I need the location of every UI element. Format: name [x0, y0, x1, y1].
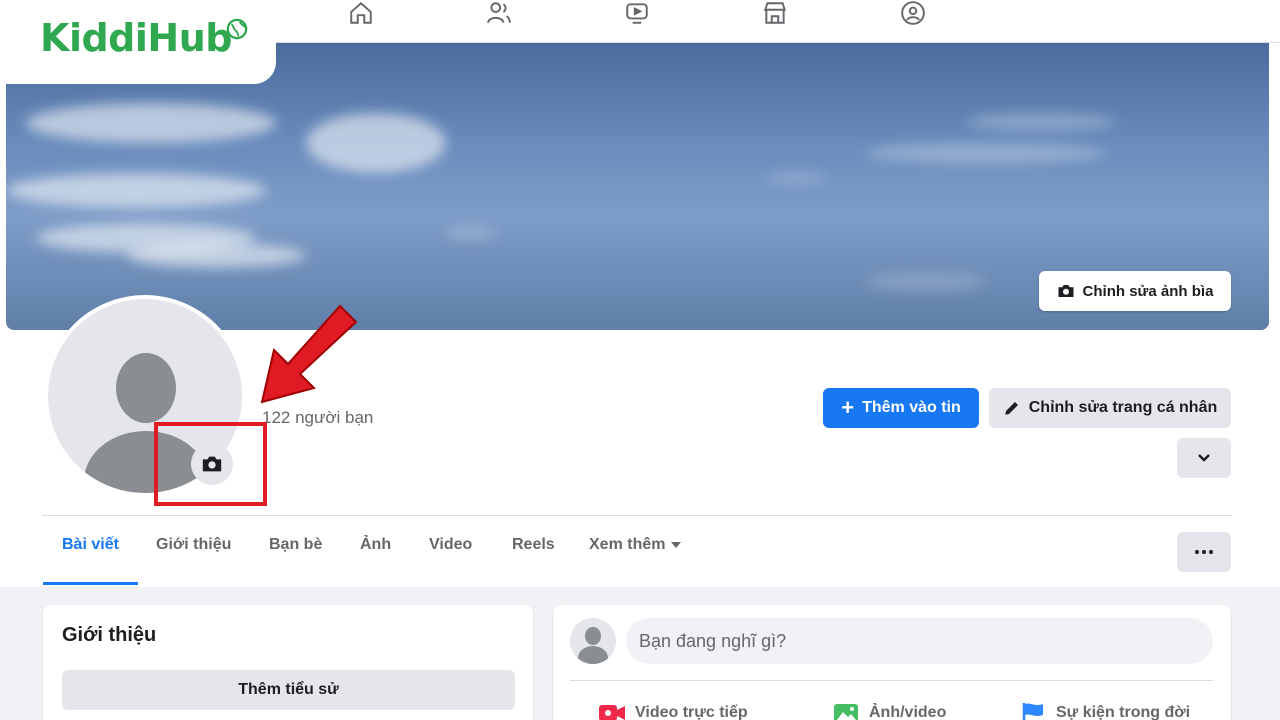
friends-icon[interactable] [484, 0, 514, 26]
marketplace-icon[interactable] [760, 0, 790, 26]
intro-title: Giới thiệu [62, 624, 157, 646]
photo-video-label: Ảnh/video [869, 704, 947, 720]
tab-photos[interactable]: Ảnh [360, 536, 391, 554]
tab-friends[interactable]: Bạn bè [269, 536, 322, 554]
life-event-label: Sự kiện trong đời [1056, 704, 1191, 720]
add-bio-button[interactable]: Thêm tiểu sử [62, 670, 515, 710]
friends-count[interactable]: 122 người bạn [262, 408, 373, 428]
logo-card: KiddiHub [0, 0, 276, 84]
tab-about[interactable]: Giới thiệu [156, 536, 231, 554]
more-options-button[interactable] [1177, 532, 1231, 572]
tab-more-label: Xem thêm [589, 536, 666, 553]
edit-profile-button[interactable]: Chỉnh sửa trang cá nhân [989, 388, 1231, 428]
flag-icon [1022, 703, 1043, 720]
watch-icon[interactable] [622, 0, 652, 26]
pencil-icon [1005, 402, 1018, 415]
tab-posts[interactable]: Bài viết [62, 536, 119, 554]
live-video-label: Video trực tiếp [635, 704, 748, 720]
camera-icon [1058, 285, 1074, 297]
photo-icon [834, 704, 858, 720]
home-icon[interactable] [346, 0, 376, 26]
logo-text: KiddiHub [40, 16, 232, 60]
photo-video-button[interactable]: Ảnh/video [831, 701, 946, 720]
composer-divider [570, 680, 1213, 681]
life-event-button[interactable]: Sự kiện trong đời [1018, 701, 1190, 720]
edit-cover-button[interactable]: Chỉnh sửa ảnh bìa [1039, 271, 1231, 311]
post-input[interactable]: Bạn đang nghĩ gì? [626, 618, 1213, 664]
plus-icon: + [841, 395, 855, 420]
profile-divider [42, 515, 1232, 516]
globe-icon [226, 18, 248, 40]
post-composer: Bạn đang nghĩ gì? Video trực tiếp Ảnh/vi… [553, 605, 1231, 720]
profile-page: KiddiHub Chỉnh sửa ảnh bìa 122 người bạn… [0, 0, 1280, 720]
groups-icon[interactable] [898, 0, 928, 26]
edit-cover-label: Chỉnh sửa ảnh bìa [1082, 282, 1214, 300]
live-video-button[interactable]: Video trực tiếp [597, 701, 748, 720]
add-story-label: Thêm vào tin [862, 399, 961, 416]
red-arrow-icon [260, 304, 358, 404]
tab-videos[interactable]: Video [429, 536, 472, 554]
chevron-down-icon [1198, 454, 1210, 462]
profile-dropdown-button[interactable] [1177, 438, 1231, 478]
composer-avatar[interactable] [570, 618, 616, 664]
tab-more[interactable]: Xem thêm [589, 536, 682, 554]
add-story-button[interactable]: + Thêm vào tin [823, 388, 979, 428]
caret-down-icon [671, 541, 682, 548]
intro-card: Giới thiệu Thêm tiểu sử [43, 605, 533, 720]
edit-profile-label: Chỉnh sửa trang cá nhân [1028, 399, 1218, 416]
active-tab-indicator [43, 582, 138, 585]
highlight-box [154, 422, 267, 506]
ellipsis-icon [1195, 550, 1213, 554]
tab-reels[interactable]: Reels [512, 536, 555, 554]
live-video-icon [599, 705, 625, 720]
